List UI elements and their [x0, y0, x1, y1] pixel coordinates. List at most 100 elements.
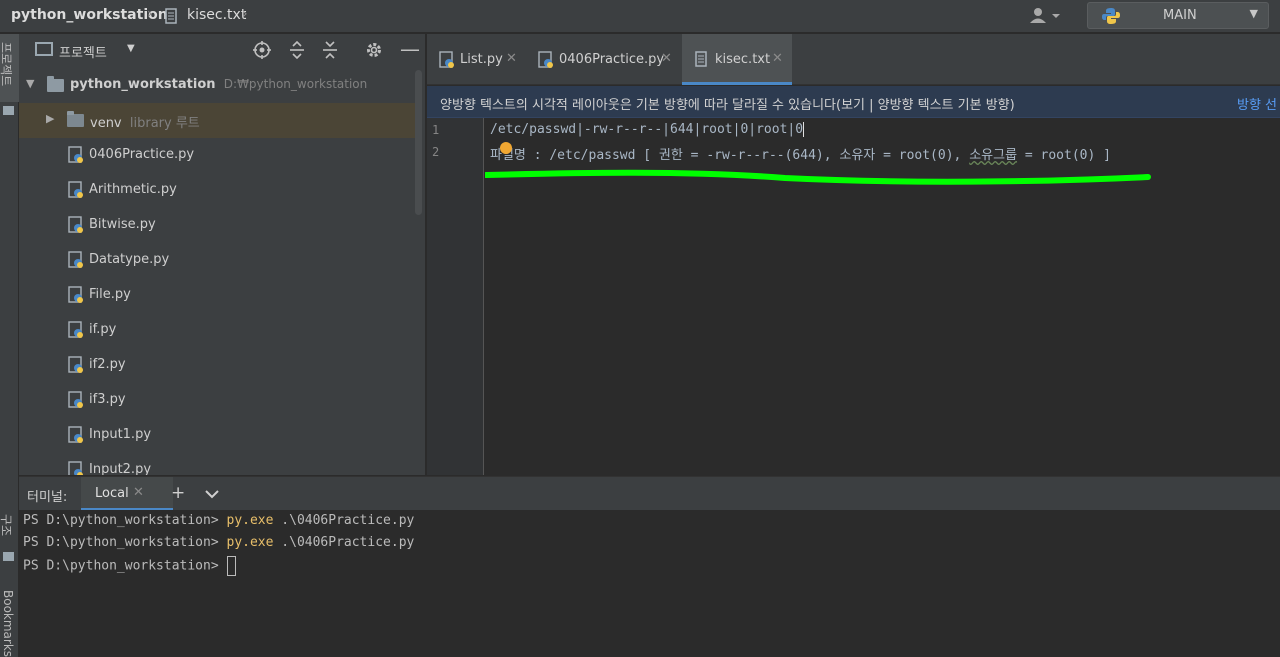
venv-folder-name: venv [90, 116, 122, 131]
terminal-tab-local[interactable]: Local ✕ [81, 477, 173, 511]
tree-row-file[interactable]: Bitwise.py [19, 208, 419, 243]
collapse-all-icon[interactable] [321, 41, 339, 59]
python-file-icon [439, 51, 454, 68]
file-name: Bitwise.py [89, 217, 156, 232]
text-file-icon [165, 8, 177, 24]
banner-text: 양방향 텍스트의 시각적 레이아웃은 기본 방향에 따라 달라질 수 있습니다(… [440, 98, 1015, 113]
file-name: File.py [89, 287, 131, 302]
terminal-tab-bar: 터미널: Local ✕ + [19, 476, 1280, 511]
bookmarks-tool-label[interactable]: Bookmarks [1, 590, 15, 657]
tab-label: List.py [460, 52, 503, 67]
tree-row-file[interactable]: Arithmetic.py [19, 173, 419, 208]
terminal-command: py.exe [226, 513, 274, 528]
chevron-down-icon[interactable] [205, 489, 219, 499]
tree-row-file[interactable]: if.py [19, 313, 419, 348]
code-line-prefix: 파일명 : /etc/passwd [ 권한 = -rw-r--r--(644)… [490, 148, 970, 163]
tree-row-file[interactable]: Datatype.py [19, 243, 419, 278]
scrollbar[interactable] [415, 70, 422, 215]
structure-tool-label[interactable]: 구조 [0, 514, 15, 536]
line-number: 1 [432, 123, 440, 137]
tab-label: kisec.txt [715, 52, 771, 67]
terminal-output[interactable]: PS D:\python_workstation> py.exe .\0406P… [19, 510, 1280, 657]
terminal-command: py.exe [226, 535, 274, 550]
cursor-highlight-dot [500, 142, 512, 154]
project-panel-header: 프로젝트 ▼ — [19, 34, 425, 68]
file-name: if3.py [89, 392, 126, 407]
minimize-icon[interactable]: — [400, 37, 420, 61]
close-icon[interactable]: ✕ [506, 51, 517, 66]
tree-row-file[interactable]: Input1.py [19, 418, 419, 453]
project-panel-title[interactable]: 프로젝트 [59, 42, 107, 61]
file-name: 0406Practice.py [89, 147, 195, 162]
close-icon[interactable]: ✕ [772, 51, 783, 66]
python-file-icon [68, 146, 83, 163]
file-name: Arithmetic.py [89, 182, 177, 197]
tab-0406practice-py[interactable]: 0406Practice.py ✕ [525, 34, 680, 85]
line-number-gutter: 1 2 [427, 118, 484, 475]
python-file-icon [68, 426, 83, 443]
terminal-input-line[interactable]: PS D:\python_workstation> [23, 556, 236, 576]
chevron-down-icon[interactable]: ▼ [26, 77, 34, 90]
chevron-down-icon[interactable]: ▼ [127, 43, 135, 54]
spellcheck-warning-text: 소유그룹 [969, 148, 1018, 163]
green-highlight-stroke [485, 169, 1151, 185]
tree-row-file[interactable]: Input2.py [19, 453, 419, 475]
python-file-icon [68, 181, 83, 198]
terminal-args: .\0406Practice.py [273, 513, 415, 528]
navigation-bar: python_workstation › kisec.txt › MAIN ▼ [0, 0, 1280, 33]
tree-row-venv[interactable]: ▶ venv library 루트 [19, 103, 419, 138]
code-line-2[interactable]: 파일명 : /etc/passwd [ 권한 = -rw-r--r--(644)… [490, 144, 1111, 163]
file-name: if2.py [89, 357, 126, 372]
text-editor[interactable]: /etc/passwd|-rw-r--r--|644|root|0|root|0… [485, 118, 1280, 475]
breadcrumb-file[interactable]: kisec.txt [187, 7, 246, 23]
tab-list-py[interactable]: List.py ✕ [427, 34, 523, 85]
python-file-icon [538, 51, 553, 68]
bidi-notification-banner: 양방향 텍스트의 시각적 레이아웃은 기본 방향에 따라 달라질 수 있습니다(… [427, 86, 1280, 118]
python-icon [1102, 8, 1120, 24]
close-icon[interactable]: ✕ [661, 51, 672, 66]
expand-all-icon[interactable] [288, 41, 306, 59]
terminal-title: 터미널: [27, 490, 68, 505]
structure-icon [3, 552, 14, 561]
tree-row-file[interactable]: File.py [19, 278, 419, 313]
tab-label: 0406Practice.py [559, 52, 665, 67]
line-number: 2 [432, 145, 440, 159]
gear-icon[interactable] [365, 41, 383, 59]
terminal-prompt: PS D:\python_workstation> [23, 535, 227, 550]
code-line-suffix: = root(0) ] [1017, 148, 1111, 163]
user-menu-button[interactable] [1028, 6, 1064, 26]
folder-icon [3, 106, 14, 115]
left-tool-strip: 프로젝트 구조 Bookmarks [0, 34, 19, 657]
breadcrumb-project[interactable]: python_workstation [11, 7, 168, 23]
chevron-right-icon: › [147, 6, 153, 22]
run-configuration-select[interactable]: MAIN ▼ [1087, 2, 1269, 29]
tree-row-root[interactable]: ▼ python_workstation D:₩python_workstati… [19, 68, 419, 103]
tree-row-file[interactable]: 0406Practice.py [19, 138, 419, 173]
dropdown-arrow-icon: ▼ [1249, 7, 1258, 20]
terminal-args: .\0406Practice.py [273, 535, 415, 550]
text-file-icon [695, 51, 707, 67]
tree-row-file[interactable]: if2.py [19, 348, 419, 383]
locate-icon[interactable] [253, 41, 271, 59]
venv-folder-sub: library 루트 [129, 116, 200, 131]
chevron-right-icon[interactable]: ▶ [46, 112, 54, 125]
project-panel: 프로젝트 ▼ — ▼ python_workstation D:₩python_… [19, 34, 426, 475]
tab-kisec-txt[interactable]: kisec.txt ✕ [682, 34, 792, 85]
tree-row-file[interactable]: if3.py [19, 383, 419, 418]
python-file-icon [68, 356, 83, 373]
python-file-icon [68, 216, 83, 233]
terminal-prompt: PS D:\python_workstation> [23, 558, 227, 574]
code-line-1[interactable]: /etc/passwd|-rw-r--r--|644|root|0|root|0 [490, 122, 805, 137]
terminal-tab-label: Local [95, 486, 129, 501]
text-caret [803, 122, 805, 137]
file-name: Input2.py [89, 462, 152, 475]
new-terminal-plus-icon[interactable]: + [171, 483, 185, 503]
python-file-icon [68, 251, 83, 268]
terminal-line: PS D:\python_workstation> py.exe .\0406P… [23, 513, 414, 528]
project-tool-label[interactable]: 프로젝트 [0, 42, 15, 86]
close-icon[interactable]: ✕ [133, 485, 144, 500]
code-line-text: /etc/passwd|-rw-r--r--|644|root|0|root|0 [490, 122, 804, 137]
terminal-cursor [226, 556, 236, 576]
banner-action-link[interactable]: 방향 선 [1237, 94, 1277, 113]
python-file-icon [68, 391, 83, 408]
